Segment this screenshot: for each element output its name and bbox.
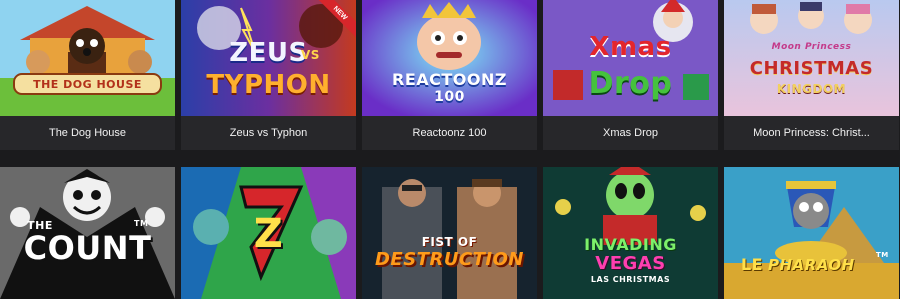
game-thumbnail[interactable]: REACTOONZ 100 <box>362 0 537 116</box>
game-card-the-count[interactable]: THE COUNT TM <box>0 167 175 299</box>
game-logo-text: THE DOG HOUSE <box>33 78 142 91</box>
game-thumbnail[interactable]: THE COUNT TM <box>0 167 175 299</box>
game-logo-subtext: LAS CHRISTMAS <box>590 275 671 284</box>
game-card-zeus-vs-typhon[interactable]: ZEUS VS TYPHON NEW Zeus vs Typhon <box>181 0 356 150</box>
game-title: Zeus vs Typhon <box>181 116 356 150</box>
game-logo-number: 100 <box>434 89 465 105</box>
game-title: The Dog House <box>0 116 175 150</box>
game-title: Xmas Drop <box>543 116 718 150</box>
game-card-zombie[interactable]: Z <box>181 167 356 299</box>
game-thumbnail[interactable]: ZEUS VS TYPHON NEW <box>181 0 356 116</box>
game-card-invading-vegas[interactable]: INVADING VEGAS LAS CHRISTMAS <box>543 167 718 299</box>
game-card-the-dog-house[interactable]: THE DOG HOUSE The Dog House <box>0 0 175 150</box>
game-logo-text: Z <box>253 211 284 257</box>
game-logo-subtext: Moon Princess <box>771 42 852 52</box>
game-thumbnail[interactable]: FIST OF DESTRUCTION <box>362 167 537 299</box>
game-card-fist-of-destruction[interactable]: FIST OF DESTRUCTION <box>362 167 537 299</box>
game-logo-trademark: TM <box>134 219 149 228</box>
game-logo-text-2: VEGAS <box>595 253 666 274</box>
game-logo-subtext: FIST OF <box>421 235 478 249</box>
game-logo-trademark: TM <box>876 251 889 259</box>
game-title: Moon Princess: Christ... <box>724 116 899 150</box>
game-logo-text: REACTOONZ <box>392 70 507 89</box>
game-title: Reactoonz 100 <box>362 116 537 150</box>
game-logo-subtext: VS <box>301 48 320 62</box>
game-logo-text-2: TYPHON <box>206 70 331 100</box>
game-thumbnail[interactable]: Moon Princess CHRISTMAS KINGDOM <box>724 0 899 116</box>
game-card-le-pharaoh[interactable]: LE PHARAOH TM <box>724 167 899 299</box>
game-logo-text-2: PHARAOH <box>768 256 855 274</box>
game-thumbnail[interactable]: LE PHARAOH TM <box>724 167 899 299</box>
game-thumbnail[interactable]: THE DOG HOUSE <box>0 0 175 116</box>
game-grid: THE DOG HOUSE The Dog House ZEUS VS TYPH… <box>0 0 900 299</box>
game-logo-text-2: Drop <box>588 66 673 101</box>
game-thumbnail[interactable]: INVADING VEGAS LAS CHRISTMAS <box>543 167 718 299</box>
game-thumbnail[interactable]: Z <box>181 167 356 299</box>
game-card-moon-princess-christmas-kingdom[interactable]: Moon Princess CHRISTMAS KINGDOM Moon Pri… <box>724 0 899 150</box>
game-card-xmas-drop[interactable]: Xmas Drop Xmas Drop <box>543 0 718 150</box>
game-card-reactoonz-100[interactable]: REACTOONZ 100 Reactoonz 100 <box>362 0 537 150</box>
game-logo-text: Xmas <box>589 32 672 62</box>
game-logo-text: DESTRUCTION <box>374 249 524 270</box>
game-logo-text: LE <box>740 255 764 274</box>
game-logo-text-2: KINGDOM <box>776 82 847 96</box>
game-logo-text: INVADING <box>584 235 677 254</box>
game-logo-text: CHRISTMAS <box>749 58 874 79</box>
game-logo-text: COUNT <box>23 229 152 267</box>
game-thumbnail[interactable]: Xmas Drop <box>543 0 718 116</box>
new-badge: NEW <box>312 0 356 44</box>
